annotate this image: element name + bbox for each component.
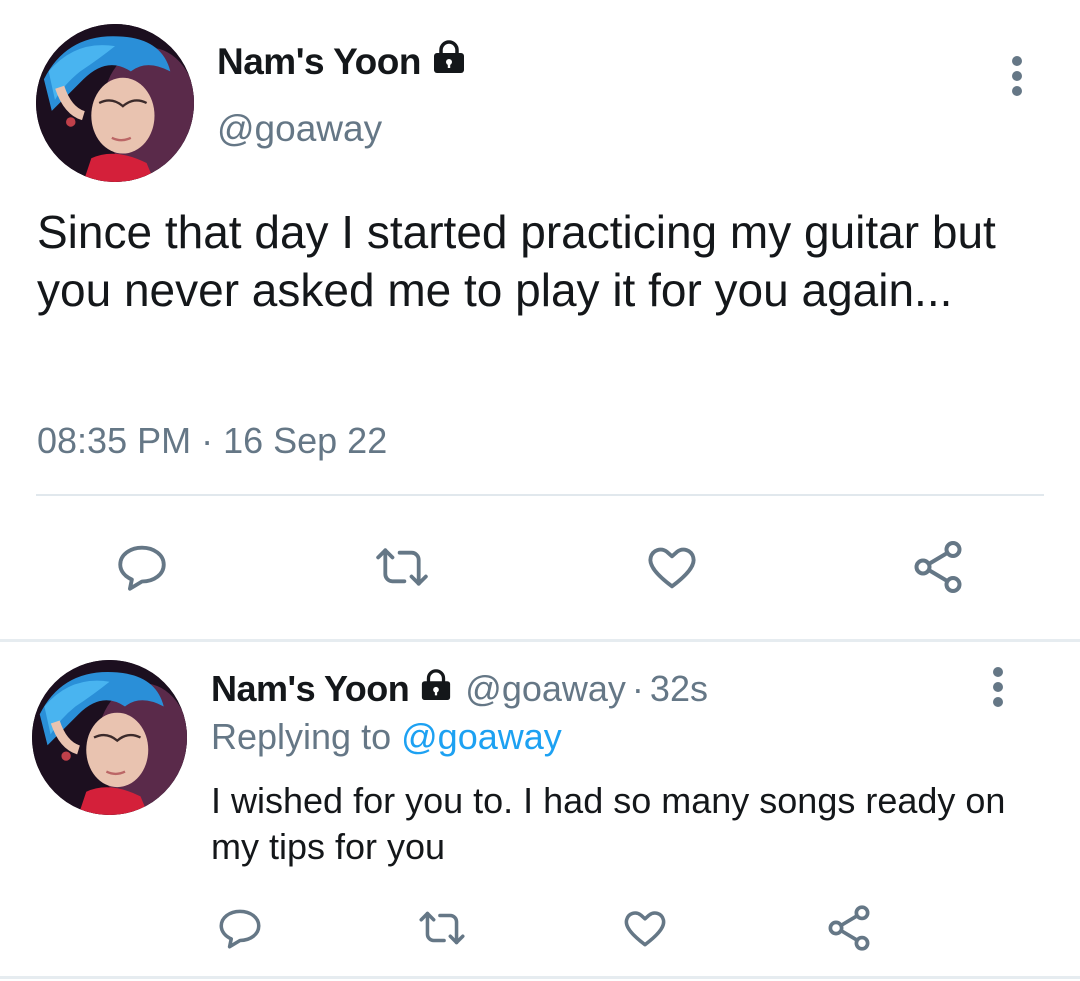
like-icon[interactable] — [617, 900, 673, 956]
tweet-text: I wished for you to. I had so many songs… — [211, 780, 1006, 867]
display-name[interactable]: Nam's Yoon — [211, 668, 410, 710]
divider — [0, 639, 1080, 642]
display-name-text: Nam's Yoon — [217, 40, 421, 82]
reply-icon[interactable] — [110, 535, 174, 599]
avatar-image — [32, 660, 187, 815]
tweet-text: Since that day I started practicing my g… — [37, 206, 996, 316]
divider — [0, 976, 1080, 979]
handle[interactable]: @goaway — [217, 108, 382, 150]
tweet-thread-page: Nam's Yoon @goaway Since that day I star… — [0, 0, 1080, 981]
tweet-actions — [0, 900, 1080, 960]
tweet-actions — [0, 535, 1080, 605]
reply-header: Nam's Yoon @goaway · 32s — [211, 668, 708, 710]
avatar[interactable] — [32, 660, 187, 815]
main-tweet: Nam's Yoon @goaway Since that day I star… — [0, 0, 1080, 640]
retweet-icon[interactable] — [370, 535, 434, 599]
tweet-timestamp[interactable]: 08:35 PM · 16 Sep 22 — [37, 420, 387, 462]
more-options-icon[interactable] — [1003, 55, 1031, 99]
avatar[interactable] — [36, 24, 194, 182]
divider — [36, 494, 1044, 496]
more-options-icon[interactable] — [984, 666, 1012, 710]
lock-icon — [419, 668, 453, 710]
replying-to: Replying to @goaway — [211, 716, 562, 758]
tweet-age[interactable]: 32s — [650, 668, 708, 710]
reply-icon[interactable] — [212, 900, 268, 956]
lock-icon — [431, 40, 467, 83]
handle[interactable]: @goaway — [465, 668, 626, 710]
mention-link[interactable]: @goaway — [401, 716, 562, 757]
retweet-icon[interactable] — [414, 900, 470, 956]
separator-dot: · — [631, 668, 644, 709]
replying-prefix: Replying to — [211, 716, 392, 757]
share-icon[interactable] — [821, 900, 877, 956]
display-name[interactable]: Nam's Yoon — [217, 40, 467, 83]
like-icon[interactable] — [640, 535, 704, 599]
avatar-image — [36, 24, 194, 182]
share-icon[interactable] — [906, 535, 970, 599]
